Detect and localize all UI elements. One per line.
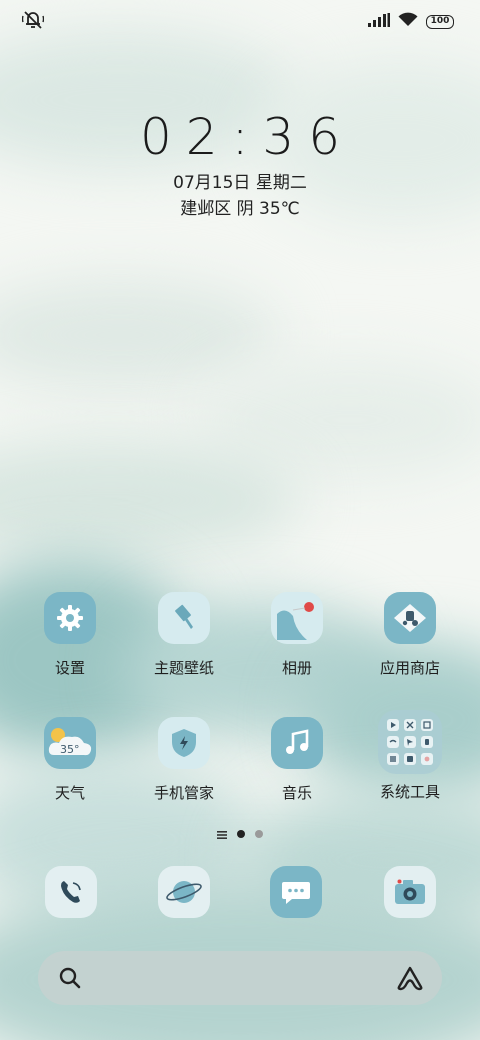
app-store-icon (384, 592, 436, 644)
gallery-icon (271, 592, 323, 644)
page-indicator[interactable] (0, 824, 480, 843)
theme-brush-icon (158, 592, 210, 644)
bell-muted-icon (21, 10, 45, 34)
app-label: 主题壁纸 (153, 659, 214, 677)
music-icon (271, 717, 323, 769)
status-bar: 100 (0, 0, 480, 40)
app-settings[interactable]: 设置 (15, 592, 125, 678)
signal-icon (368, 12, 390, 31)
app-weather[interactable]: 35° 天气 (15, 717, 125, 803)
app-phone-manager[interactable]: 手机管家 (129, 717, 239, 803)
weather-icon: 35° (44, 717, 96, 769)
clock-weather: 建邺区 阴 35℃ (180, 199, 300, 219)
page-dot (255, 829, 263, 838)
assistant-icon[interactable] (396, 965, 424, 995)
phone-icon[interactable] (45, 866, 97, 918)
clock-date: 07月15日 星期二 (173, 173, 307, 193)
camera-icon[interactable] (384, 866, 436, 918)
home-list-icon[interactable] (217, 824, 227, 843)
app-label: 相册 (281, 659, 312, 677)
app-label: 应用商店 (379, 659, 440, 677)
search-bar[interactable] (38, 951, 442, 1005)
weather-icon-text: 35° (60, 743, 80, 756)
app-label: 设置 (54, 659, 85, 677)
app-store[interactable]: 应用商店 (355, 592, 465, 678)
wifi-icon (398, 12, 418, 31)
browser-planet-icon[interactable] (158, 866, 210, 918)
system-tools-folder-icon (378, 710, 442, 774)
settings-icon (44, 592, 96, 644)
phone-manager-icon (158, 717, 210, 769)
app-label: 手机管家 (153, 784, 214, 802)
clock-time[interactable]: 02:36 (0, 108, 480, 166)
app-label: 天气 (54, 784, 85, 802)
app-gallery[interactable]: 相册 (242, 592, 352, 678)
app-music[interactable]: 音乐 (242, 717, 352, 803)
app-label: 音乐 (281, 784, 312, 802)
app-system-tools-folder[interactable]: 系统工具 (355, 710, 465, 802)
search-icon[interactable] (58, 966, 82, 994)
messages-icon[interactable] (270, 866, 322, 918)
battery-indicator: 100 (426, 14, 454, 29)
app-label: 系统工具 (379, 783, 440, 801)
page-dot-current (237, 829, 245, 838)
app-theme[interactable]: 主题壁纸 (129, 592, 239, 678)
